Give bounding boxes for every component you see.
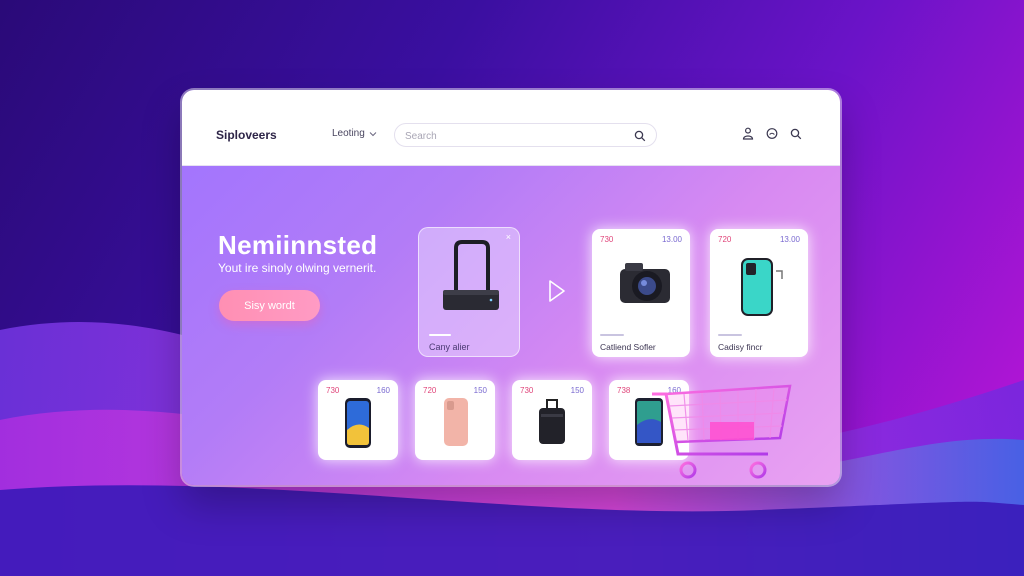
hero-subline: Yout ire sinoly olwing vernerit. [218,261,377,275]
router-product-image [443,240,499,310]
top-navigation-bar: Siploveers Leoting [182,90,840,166]
header-actions [742,127,802,145]
play-icon[interactable] [547,279,567,303]
camera-product-image [620,263,670,303]
search-input[interactable] [403,127,622,145]
shopping-cart-icon[interactable] [648,380,798,485]
product-progress-bar [600,334,624,336]
product-label: Catliend Sofler [600,342,656,352]
app-window: Siploveers Leoting Search Nemiinnsted Yo… [182,90,840,485]
featured-product-card[interactable]: × Cany alier [418,227,520,357]
featured-progress-bar [429,334,451,336]
chevron-down-icon [369,131,377,136]
product-card-pink-phone[interactable]: 720 150 [415,380,495,460]
search-icon[interactable] [634,129,646,147]
hero-cta-button[interactable]: Sisy wordt [219,290,320,321]
category-dropdown-label: Leoting [332,128,365,139]
product-card-phone-case[interactable]: 720 13.00 Cadisy fincr [710,229,808,357]
product-card-camera[interactable]: 730 13.00 Catliend Sofler [592,229,690,357]
product-card-luggage[interactable]: 730 150 [512,380,592,460]
user-icon[interactable] [742,127,754,145]
smartphone-product-image [345,398,371,448]
brand-logo[interactable]: Siploveers [216,128,277,142]
hero-headline: Nemiinnsted [218,230,378,260]
category-dropdown[interactable]: Leoting [332,128,377,139]
phone-case-product-image [741,258,783,316]
product-card-smartphone[interactable]: 730 160 [318,380,398,460]
luggage-product-image [539,399,565,444]
pink-phone-product-image [444,398,468,446]
product-label: Cadisy fincr [718,342,763,352]
product-progress-bar [718,334,742,336]
featured-product-label: Cany alier [429,342,470,352]
bell-icon[interactable] [766,127,778,145]
search-icon[interactable] [790,127,802,145]
search-bar [394,123,657,147]
